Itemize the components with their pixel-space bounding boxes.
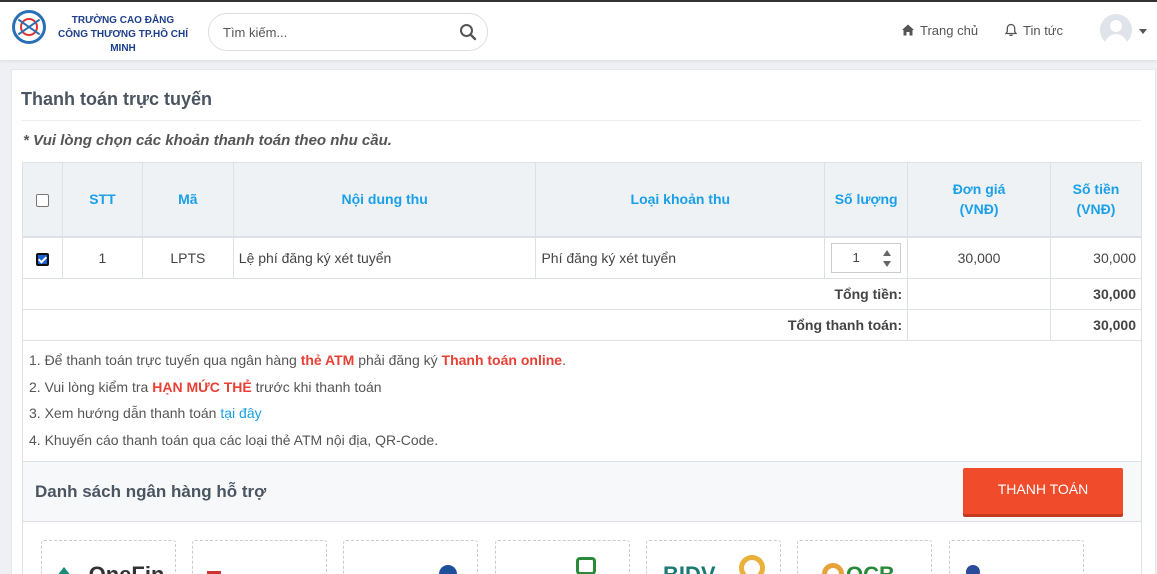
bank-logo-ocb[interactable]: OCB [797, 540, 932, 574]
bank-logo-3[interactable] [343, 540, 478, 574]
total-row: Tổng tiền: 30,000 [21, 278, 1142, 310]
unit-price-title: Đơn giá [952, 181, 1006, 198]
bank-logo-4[interactable] [495, 540, 630, 574]
bank-logo-2[interactable] [192, 540, 327, 574]
bank-label: OCB [798, 563, 931, 574]
quantity-stepper[interactable] [831, 242, 902, 273]
bank-label: OneFin [60, 563, 175, 574]
amount-unit: (VNĐ) [1076, 201, 1116, 218]
row-stt: 1 [61, 236, 143, 279]
top-navbar: TRƯỜNG CAO ĐẲNG CÔNG THƯƠNG TP.HỒ CHÍ MI… [0, 0, 1157, 60]
select-all-cell [22, 162, 63, 237]
instruction-1-text: 1. Để thanh toán trực tuyến qua ngân hàn… [29, 352, 301, 368]
instruction-1-middle: phải đăng ký [354, 352, 442, 368]
table-header-row: STT Mã Nội dung thu Loại khoản thu Số lư… [22, 162, 1142, 237]
page-title: Thanh toán trực tuyến [21, 89, 213, 109]
card-limit-highlight: HẠN MỨC THẺ [152, 378, 252, 395]
nav-news-link[interactable]: Tin tức [1004, 22, 1063, 40]
nav-home-link[interactable]: Trang chủ [901, 22, 978, 40]
pay-button[interactable]: THANH TOÁN [963, 468, 1123, 514]
bank-logo-7[interactable] [949, 540, 1084, 574]
school-name-line2: CÔNG THƯƠNG TP.HỒ CHÍ MINH [58, 29, 188, 54]
amount-title: Số tiền [1072, 181, 1120, 198]
bank-logo-onefin[interactable]: OneFin [41, 540, 176, 574]
school-name[interactable]: TRƯỜNG CAO ĐẲNG CÔNG THƯƠNG TP.HỒ CHÍ MI… [48, 14, 198, 56]
instruction-line-4: 4. Khuyến cáo thanh toán qua các loại th… [29, 431, 439, 448]
instruction-1-end: . [562, 352, 566, 368]
stepper-down-icon[interactable] [883, 260, 892, 267]
col-header-code: Mã [141, 162, 234, 237]
row-code: LPTS [141, 236, 234, 279]
atm-card-highlight: thẻ ATM [300, 352, 355, 368]
search-box [208, 13, 488, 51]
instruction-line-2: 2. Vui lòng kiểm tra HẠN MỨC THẺ trước k… [29, 374, 1135, 401]
grand-total-label: Tổng thanh toán: [21, 309, 909, 341]
stepper-up-icon[interactable] [883, 249, 892, 256]
instruction-2-text: 2. Vui lòng kiểm tra [29, 378, 153, 395]
home-icon [902, 24, 914, 36]
title-divider [21, 120, 1141, 121]
total-value: 30,000 [1050, 278, 1142, 310]
row-checkbox[interactable] [35, 252, 49, 266]
col-header-stt: STT [61, 162, 143, 237]
instruction-line-1: 1. Để thanh toán trực tuyến qua ngân hàn… [29, 347, 1135, 374]
payment-card: Thanh toán trực tuyến * Vui lòng chọn cá… [11, 69, 1156, 574]
chevron-down-icon[interactable] [1139, 29, 1147, 34]
instruction-line-3: 3. Xem hướng dẫn thanh toán tại đây [29, 400, 1135, 427]
col-header-unit-price: Đơn giá (VNĐ) [907, 162, 1051, 237]
grand-total-spacer [907, 309, 1051, 341]
banks-title: Danh sách ngân hàng hỗ trợ [35, 482, 267, 501]
bank-3-mark-icon [439, 565, 457, 574]
search-input[interactable] [223, 22, 443, 42]
bank-4-mark-icon [576, 557, 596, 574]
col-header-qty: Số lượng [824, 162, 909, 237]
payment-table: STT Mã Nội dung thu Loại khoản thu Số lư… [21, 162, 1142, 341]
banks-list: OneFin BIDV OCB [22, 522, 1142, 574]
school-name-line1: TRƯỜNG CAO ĐẲNG [71, 15, 175, 26]
row-qty-cell [824, 236, 909, 279]
bell-icon [1004, 23, 1018, 36]
nav-news-label: Tin tức [1023, 23, 1064, 38]
bidv-flower-icon [739, 555, 765, 574]
col-header-type: Loại khoản thu [535, 162, 826, 237]
guide-link[interactable]: tại đây [220, 405, 261, 421]
col-header-content: Nội dung thu [232, 162, 537, 237]
total-spacer [907, 278, 1051, 310]
instruction-note: * Vui lòng chọn các khoản thanh toán the… [23, 132, 392, 149]
online-payment-highlight: Thanh toán online [441, 352, 563, 368]
banks-header: Danh sách ngân hàng hỗ trợ THANH TOÁN [22, 462, 1142, 522]
col-header-amount: Số tiền (VNĐ) [1050, 162, 1142, 237]
total-label: Tổng tiền: [21, 278, 909, 310]
row-content: Lệ phí đăng ký xét tuyển [232, 236, 537, 279]
grand-total-value: 30,000 [1050, 309, 1142, 341]
search-icon[interactable] [459, 23, 477, 41]
row-amount: 30,000 [1050, 236, 1142, 279]
bank-logo-bidv[interactable]: BIDV [646, 540, 781, 574]
bank-7-mark-icon [966, 565, 980, 574]
nav-home-label: Trang chủ [920, 23, 979, 38]
table-row[interactable]: 1 LPTS Lệ phí đăng ký xét tuyển Phí đăng… [22, 236, 1142, 279]
select-all-checkbox[interactable] [35, 194, 49, 208]
school-logo-icon[interactable] [12, 10, 46, 44]
instruction-3-text: 3. Xem hướng dẫn thanh toán [29, 405, 221, 421]
quantity-input[interactable] [832, 243, 881, 272]
row-type: Phí đăng ký xét tuyển [535, 236, 826, 279]
row-select-cell [22, 236, 63, 279]
instruction-2-end: trước khi thanh toán [251, 378, 382, 395]
payment-instructions: 1. Để thanh toán trực tuyến qua ngân hàn… [22, 340, 1142, 462]
grand-total-row: Tổng thanh toán: 30,000 [21, 309, 1142, 341]
unit-price-unit: (VNĐ) [959, 201, 999, 218]
row-unit-price: 30,000 [907, 236, 1051, 279]
user-avatar[interactable] [1100, 14, 1132, 46]
